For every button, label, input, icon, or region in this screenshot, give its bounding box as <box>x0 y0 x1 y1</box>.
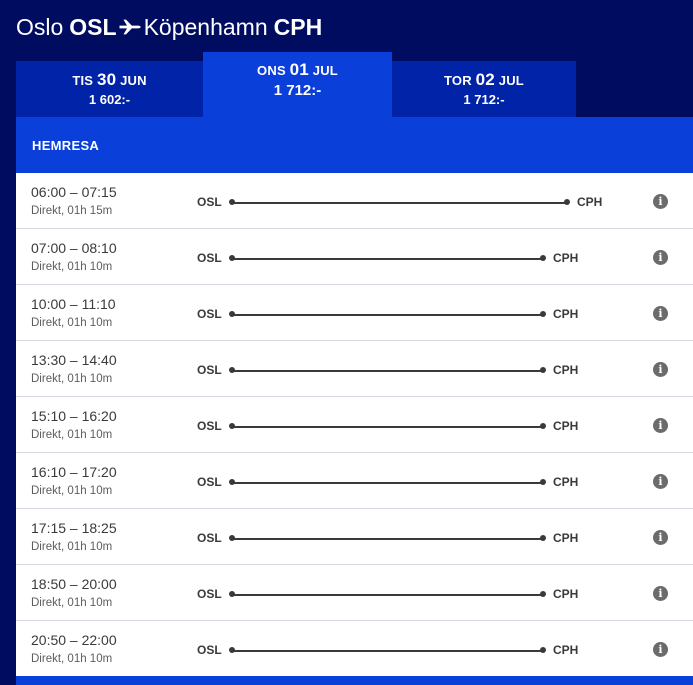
month: JUL <box>312 63 338 78</box>
origin-code: OSL <box>197 475 222 489</box>
route-title: Oslo OSL Köpenhamn CPH <box>16 11 322 43</box>
origin-code: OSL <box>197 363 222 377</box>
month: JUN <box>120 73 147 88</box>
destination-code: CPH <box>553 587 579 601</box>
info-icon[interactable]: i <box>653 250 668 265</box>
flight-times: 07:00 – 08:10 <box>31 240 117 256</box>
weekday: ONS <box>257 63 286 78</box>
flight-info: Direkt, 01h 10m <box>31 653 113 665</box>
info-icon[interactable]: i <box>653 530 668 545</box>
flight-times: 15:10 – 16:20 <box>31 408 117 424</box>
destination-code: CPH <box>553 475 579 489</box>
destination-code: CPH <box>553 307 579 321</box>
flight-info: Direkt, 01h 10m <box>31 597 113 609</box>
info-icon[interactable]: i <box>653 194 668 209</box>
tab-price: 1 602:- <box>88 92 131 107</box>
destination-code: CPH <box>577 195 603 209</box>
day-number: 01 <box>289 60 309 79</box>
day-number: 30 <box>96 70 117 89</box>
flight-info: Direkt, 01h 10m <box>31 541 113 553</box>
flight-row[interactable]: 10:00 – 11:10 Direkt, 01h 10m OSL CPH i <box>16 285 693 341</box>
weekday: TIS <box>72 73 94 88</box>
destination-dot <box>540 647 546 653</box>
route-line <box>232 314 543 316</box>
route-line <box>232 482 543 484</box>
route-line <box>232 538 543 540</box>
destination-code: CPH <box>553 643 579 657</box>
destination-code: CPH <box>553 419 579 433</box>
route-line <box>232 258 543 260</box>
flight-row[interactable]: 17:15 – 18:25 Direkt, 01h 10m OSL CPH i <box>16 509 693 565</box>
destination-dot <box>564 199 570 205</box>
flight-info: Direkt, 01h 15m <box>31 205 113 217</box>
flight-info: Direkt, 01h 10m <box>31 261 113 273</box>
flight-row[interactable]: 20:50 – 22:00 Direkt, 01h 10m OSL CPH i <box>16 621 693 677</box>
origin-code: OSL <box>197 307 222 321</box>
tab-price: 1 712:- <box>463 92 505 107</box>
info-icon[interactable]: i <box>653 418 668 433</box>
date-tab-tor-02-jul[interactable]: TOR 02 JUL 1 712:- <box>392 61 576 117</box>
info-icon[interactable]: i <box>653 586 668 601</box>
flight-info: Direkt, 01h 10m <box>31 317 113 329</box>
route-line <box>232 202 567 204</box>
origin-code: OSL <box>197 195 222 209</box>
route-line <box>232 426 543 428</box>
origin-code: OSL <box>197 643 222 657</box>
flight-info: Direkt, 01h 10m <box>31 485 113 497</box>
origin-code: OSL <box>197 587 222 601</box>
flight-list: 06:00 – 07:15 Direkt, 01h 15m OSL CPH i … <box>16 173 693 677</box>
info-icon[interactable]: i <box>653 642 668 657</box>
destination-dot <box>540 367 546 373</box>
bottom-accent-bar <box>16 676 693 685</box>
flight-row[interactable]: 13:30 – 14:40 Direkt, 01h 10m OSL CPH i <box>16 341 693 397</box>
flight-row[interactable]: 16:10 – 17:20 Direkt, 01h 10m OSL CPH i <box>16 453 693 509</box>
flight-info: Direkt, 01h 10m <box>31 429 113 441</box>
flight-row[interactable]: 18:50 – 20:00 Direkt, 01h 10m OSL CPH i <box>16 565 693 621</box>
info-icon[interactable]: i <box>653 306 668 321</box>
weekday: TOR <box>444 73 472 88</box>
flight-times: 16:10 – 17:20 <box>31 464 117 480</box>
flight-row[interactable]: 07:00 – 08:10 Direkt, 01h 10m OSL CPH i <box>16 229 693 285</box>
flight-row[interactable]: 06:00 – 07:15 Direkt, 01h 15m OSL CPH i <box>16 173 693 229</box>
destination-dot <box>540 311 546 317</box>
origin-code: OSL <box>197 531 222 545</box>
flight-times: 13:30 – 14:40 <box>31 352 117 368</box>
tab-price: 1 712:- <box>273 82 322 99</box>
date-tab-tis-30-jun[interactable]: TIS 30 JUN 1 602:- <box>16 61 203 117</box>
plane-icon <box>119 19 141 35</box>
flight-info: Direkt, 01h 10m <box>31 373 113 385</box>
day-number: 02 <box>475 70 495 89</box>
flight-times: 20:50 – 22:00 <box>31 632 117 648</box>
destination-code: CPH <box>553 251 579 265</box>
route-line <box>232 650 543 652</box>
flight-row[interactable]: 15:10 – 16:20 Direkt, 01h 10m OSL CPH i <box>16 397 693 453</box>
route-line <box>232 370 543 372</box>
destination-dot <box>540 535 546 541</box>
section-header-hemresa: HEMRESA <box>16 117 693 173</box>
info-icon[interactable]: i <box>653 362 668 377</box>
origin-city: Oslo <box>16 13 64 40</box>
date-tabs: TIS 30 JUN 1 602:- ONS 01 JUL 1 712:- TO… <box>16 52 576 117</box>
origin-code: OSL <box>69 13 117 40</box>
route-line <box>232 594 543 596</box>
origin-code: OSL <box>197 251 222 265</box>
destination-dot <box>540 479 546 485</box>
origin-code: OSL <box>197 419 222 433</box>
destination-dot <box>540 591 546 597</box>
destination-dot <box>540 255 546 261</box>
destination-dot <box>540 423 546 429</box>
date-tab-ons-01-jul[interactable]: ONS 01 JUL 1 712:- <box>203 52 392 117</box>
info-icon[interactable]: i <box>653 474 668 489</box>
destination-code: CPH <box>553 363 579 377</box>
destination-code: CPH <box>553 531 579 545</box>
destination-city: Köpenhamn <box>143 13 268 40</box>
flight-times: 17:15 – 18:25 <box>31 520 117 536</box>
flight-times: 10:00 – 11:10 <box>31 296 116 312</box>
destination-code: CPH <box>273 13 323 40</box>
flight-times: 06:00 – 07:15 <box>31 184 117 200</box>
month: JUL <box>498 73 524 88</box>
flight-times: 18:50 – 20:00 <box>31 576 117 592</box>
